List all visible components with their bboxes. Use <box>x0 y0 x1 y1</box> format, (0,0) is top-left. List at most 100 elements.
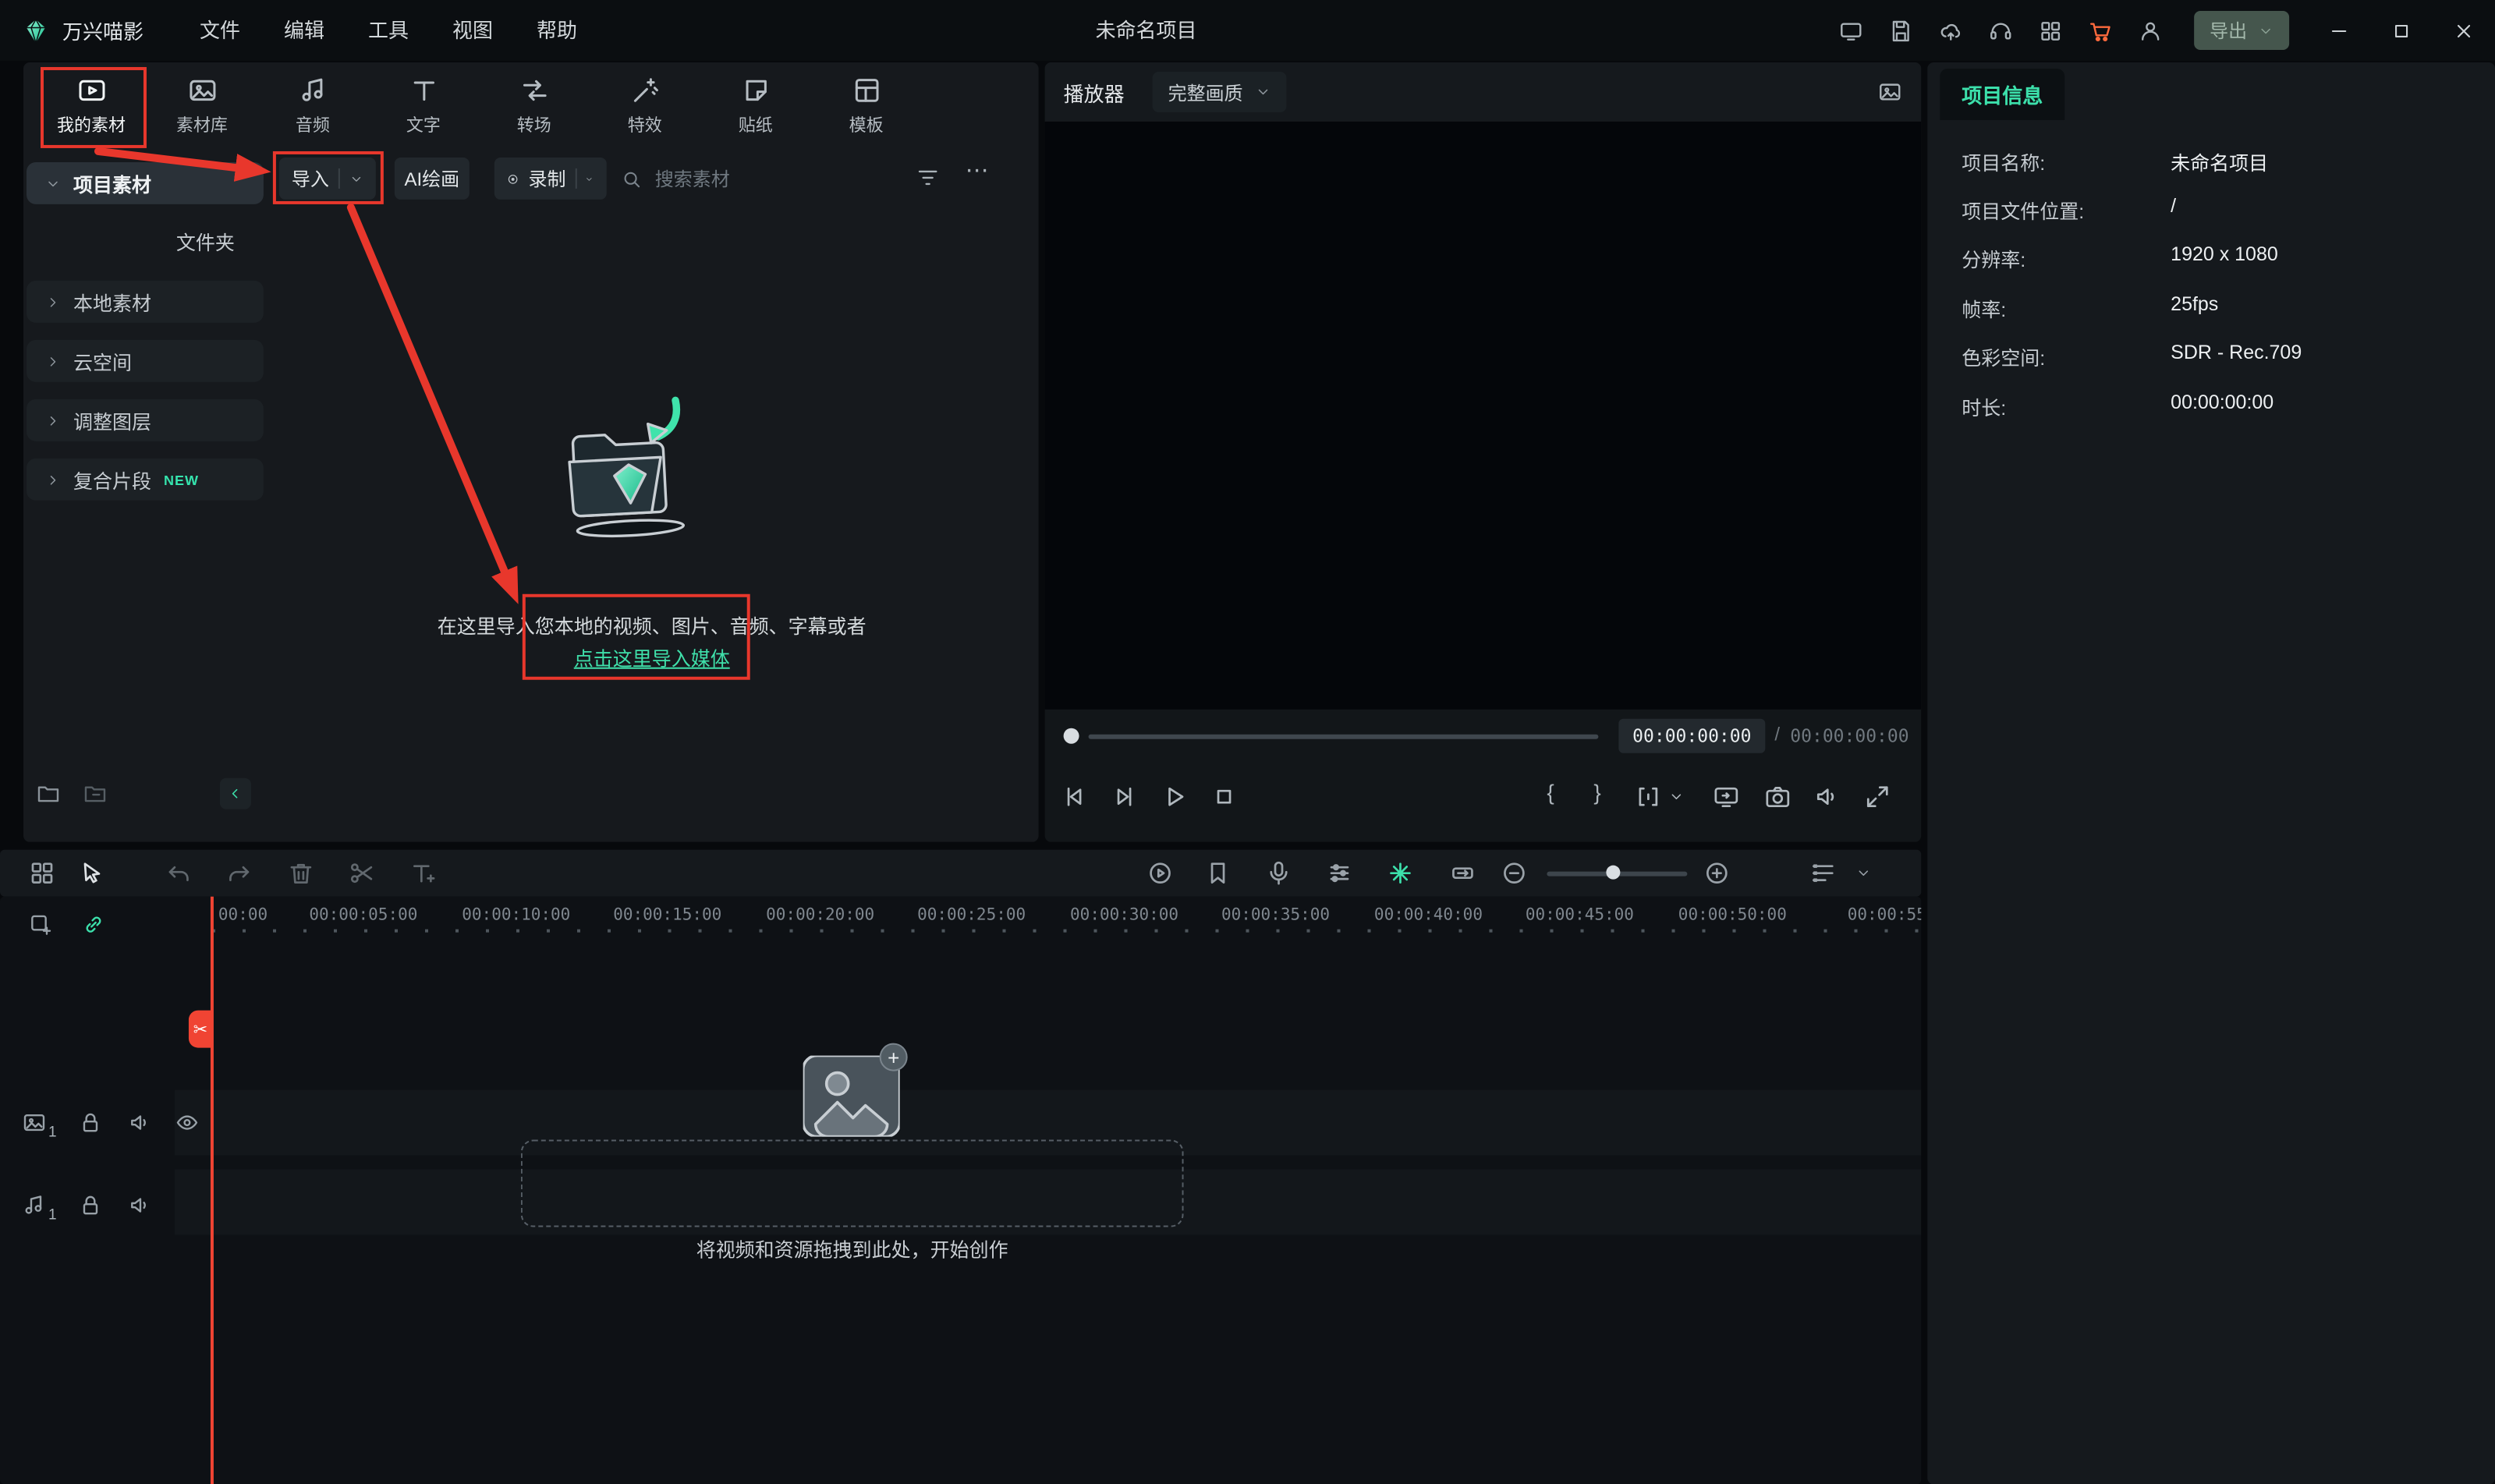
tab-audio[interactable]: 音频 <box>257 62 368 150</box>
chevron-down-icon <box>45 175 61 191</box>
sidebar-item-cloud[interactable]: 云空间 <box>26 339 264 382</box>
chevron-right-icon <box>45 353 61 369</box>
quality-select[interactable]: 完整画质 <box>1152 71 1287 112</box>
video-viewport[interactable] <box>1044 121 1922 710</box>
search-input[interactable] <box>654 167 842 189</box>
smart-edit-sparkle-icon[interactable] <box>1386 859 1414 887</box>
media-view-toggle-icon[interactable] <box>28 859 56 887</box>
import-media-link[interactable]: 点击这里导入媒体 <box>265 643 1039 672</box>
cloud-upload-icon[interactable] <box>1926 0 1976 61</box>
timeline-dropzone[interactable] <box>520 1139 1184 1227</box>
menu-edit[interactable]: 编辑 <box>262 0 346 61</box>
snapshot-camera-icon[interactable] <box>1763 783 1792 811</box>
undo-icon[interactable] <box>165 859 193 887</box>
export-button[interactable]: 导出 <box>2194 10 2290 50</box>
marker-icon[interactable] <box>1204 859 1232 887</box>
delete-folder-icon[interactable] <box>83 781 108 806</box>
mark-in-icon[interactable]: { <box>1547 780 1554 805</box>
menu-bar: 文件 编辑 工具 视图 帮助 <box>178 0 599 61</box>
in-out-range-icon[interactable] <box>1634 783 1662 811</box>
sidebar-item-adjust-layer[interactable]: 调整图层 <box>26 398 264 441</box>
sidebar-item-local-media[interactable]: 本地素材 <box>26 280 264 323</box>
compare-view-icon[interactable] <box>1877 80 1902 104</box>
close-button[interactable] <box>2433 0 2495 61</box>
chevron-down-icon[interactable] <box>1855 866 1871 881</box>
add-text-icon[interactable] <box>409 859 437 887</box>
play-icon[interactable] <box>1161 783 1189 811</box>
add-media-badge[interactable]: + <box>879 1043 908 1071</box>
save-icon[interactable] <box>1876 0 1926 61</box>
display-mode-icon[interactable] <box>1826 0 1876 61</box>
tab-text[interactable]: 文字 <box>368 62 479 150</box>
playhead-line[interactable] <box>210 896 213 1484</box>
tab-stock-media[interactable]: 素材库 <box>147 62 257 150</box>
previous-frame-icon[interactable] <box>1061 783 1089 811</box>
more-icon[interactable]: ⋯ <box>966 156 991 184</box>
mark-out-icon[interactable]: } <box>1593 780 1600 805</box>
speaker-icon[interactable] <box>1813 783 1841 811</box>
zoom-out-icon[interactable] <box>1500 859 1528 887</box>
lock-icon[interactable] <box>78 1110 103 1135</box>
new-folder-icon[interactable] <box>36 781 61 806</box>
link-clips-icon[interactable] <box>81 912 106 937</box>
tab-templates[interactable]: 模板 <box>811 62 922 150</box>
filter-icon[interactable] <box>916 165 941 190</box>
sidebar-item-folder[interactable]: 文件夹 <box>27 220 264 262</box>
redo-icon[interactable] <box>225 859 253 887</box>
stock-media-icon <box>186 75 218 106</box>
render-preview-icon[interactable] <box>1146 859 1175 887</box>
maximize-button[interactable] <box>2370 0 2433 61</box>
menu-tools[interactable]: 工具 <box>346 0 431 61</box>
support-headset-icon[interactable] <box>1976 0 2025 61</box>
chevron-down-icon[interactable] <box>1668 789 1684 805</box>
zoom-in-icon[interactable] <box>1703 859 1731 887</box>
voiceover-mic-icon[interactable] <box>1265 859 1293 887</box>
menu-help[interactable]: 帮助 <box>515 0 599 61</box>
mute-speaker-icon[interactable] <box>128 1110 153 1135</box>
ai-paint-button[interactable]: AI绘画 <box>394 157 470 200</box>
minimize-button[interactable] <box>2308 0 2370 61</box>
auto-ripple-icon[interactable] <box>1448 859 1476 887</box>
add-clip-icon[interactable] <box>28 912 53 937</box>
sidebar-item-compound-clip[interactable]: 复合片段 NEW <box>26 458 264 501</box>
fullscreen-icon[interactable] <box>1863 783 1891 811</box>
playhead-scissors-handle[interactable]: ✂ <box>188 1010 212 1048</box>
lock-icon[interactable] <box>78 1193 103 1218</box>
ruler-ticks[interactable] <box>211 929 1922 933</box>
stop-icon[interactable] <box>1210 783 1239 811</box>
import-button[interactable]: 导入 <box>278 157 376 200</box>
select-tool-icon[interactable] <box>78 859 106 887</box>
menu-view[interactable]: 视图 <box>431 0 515 61</box>
zoom-slider-handle[interactable] <box>1606 865 1621 880</box>
apps-grid-icon[interactable] <box>2025 0 2075 61</box>
timeline-toolbar <box>0 849 1922 897</box>
record-button[interactable]: 录制 <box>494 157 607 200</box>
tab-project-info[interactable]: 项目信息 <box>1940 68 2065 120</box>
delete-icon[interactable] <box>287 859 315 887</box>
text-icon <box>408 75 439 106</box>
player-header: 播放器 完整画质 <box>1044 62 1922 122</box>
cart-icon[interactable] <box>2075 0 2125 61</box>
app-window: 万兴喵影 文件 编辑 工具 视图 帮助 未命名项目 导出 我的素材 素材库 音频… <box>0 0 2495 1484</box>
screen-mirror-icon[interactable] <box>1712 783 1740 811</box>
audio-mixer-icon[interactable] <box>1325 859 1353 887</box>
app-name: 万兴喵影 <box>62 19 144 44</box>
next-frame-icon[interactable] <box>1111 783 1139 811</box>
account-icon[interactable] <box>2125 0 2175 61</box>
project-info-panel: 项目信息 项目名称: 未命名项目 项目文件位置: / 分辨率: 1920 x 1… <box>1927 62 2495 1484</box>
import-folder-illustration <box>547 386 717 544</box>
split-scissors-icon[interactable] <box>348 859 376 887</box>
tab-stickers[interactable]: 贴纸 <box>700 62 811 150</box>
tab-my-media[interactable]: 我的素材 <box>36 62 147 150</box>
progress-handle[interactable] <box>1063 728 1079 744</box>
ruler-label: 00:00:10:00 <box>462 905 571 925</box>
sidebar-item-project-media[interactable]: 项目素材 <box>26 161 264 204</box>
menu-file[interactable]: 文件 <box>178 0 262 61</box>
tab-transition[interactable]: 转场 <box>479 62 590 150</box>
mute-speaker-icon[interactable] <box>128 1193 153 1218</box>
tab-effects[interactable]: 特效 <box>590 62 700 150</box>
collapse-sidebar-button[interactable] <box>219 777 251 809</box>
track-manager-icon[interactable] <box>1809 859 1837 887</box>
progress-track[interactable] <box>1088 733 1599 738</box>
hide-eye-icon[interactable] <box>175 1110 200 1135</box>
